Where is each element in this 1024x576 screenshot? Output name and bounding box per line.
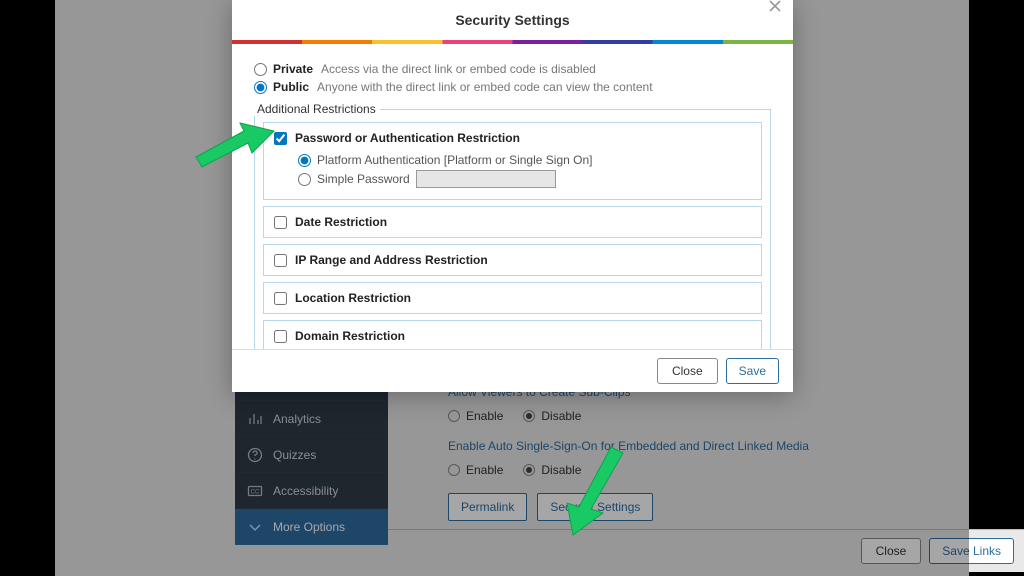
- platform-label: Platform Authentication [Platform or Sin…: [317, 153, 592, 167]
- location-restriction-check[interactable]: Location Restriction: [274, 291, 751, 305]
- subclips-disable[interactable]: Disable: [523, 409, 581, 423]
- domain-restriction-check[interactable]: Domain Restriction: [274, 329, 751, 343]
- domain-restriction-box: Domain Restriction: [263, 320, 762, 352]
- ip-restriction-check[interactable]: IP Range and Address Restriction: [274, 253, 751, 267]
- auth-simple[interactable]: Simple Password: [298, 170, 751, 188]
- sidebar-label: Quizzes: [273, 448, 316, 462]
- opt-label: Disable: [541, 409, 581, 423]
- bars-icon: [247, 411, 263, 427]
- sidebar-label: Accessibility: [273, 484, 338, 498]
- location-restriction-label: Location Restriction: [295, 291, 411, 305]
- bg-footer: Close Save Links: [388, 529, 1024, 572]
- sidebar-item-quizzes[interactable]: Quizzes: [235, 437, 388, 473]
- date-restriction-label: Date Restriction: [295, 215, 387, 229]
- public-label: Public: [273, 80, 309, 94]
- svg-text:CC: CC: [251, 489, 260, 495]
- security-settings-button[interactable]: Security Settings: [537, 493, 653, 521]
- dialog-close-button[interactable]: Close: [657, 358, 718, 384]
- permalink-button[interactable]: Permalink: [448, 493, 527, 521]
- opt-label: Enable: [466, 409, 503, 423]
- simple-label: Simple Password: [317, 172, 410, 186]
- subclips-enable[interactable]: Enable: [448, 409, 503, 423]
- private-desc: Access via the direct link or embed code…: [321, 62, 596, 76]
- opt-label: Disable: [541, 463, 581, 477]
- sso-enable[interactable]: Enable: [448, 463, 503, 477]
- bg-close-button[interactable]: Close: [861, 538, 922, 564]
- privacy-private[interactable]: Private Access via the direct link or em…: [254, 62, 771, 76]
- password-auth-label: Password or Authentication Restriction: [295, 131, 520, 145]
- password-auth-box: Password or Authentication Restriction P…: [263, 122, 762, 200]
- restrictions-legend: Additional Restrictions: [253, 102, 380, 116]
- chevron-down-icon: [247, 519, 263, 535]
- sidebar-item-more-options[interactable]: More Options: [235, 509, 388, 545]
- domain-restriction-label: Domain Restriction: [295, 329, 405, 343]
- password-auth-check[interactable]: Password or Authentication Restriction: [274, 131, 751, 145]
- dialog-title: Security Settings: [455, 12, 569, 28]
- save-links-button[interactable]: Save Links: [929, 538, 1014, 564]
- simple-password-input[interactable]: [416, 170, 556, 188]
- ip-restriction-box: IP Range and Address Restriction: [263, 244, 762, 276]
- sidebar-item-accessibility[interactable]: CC Accessibility: [235, 473, 388, 509]
- public-desc: Anyone with the direct link or embed cod…: [317, 80, 653, 94]
- sso-disable[interactable]: Disable: [523, 463, 581, 477]
- sso-title: Enable Auto Single-Sign-On for Embedded …: [448, 439, 1004, 453]
- private-label: Private: [273, 62, 313, 76]
- security-settings-dialog: Security Settings Private Access via the…: [232, 0, 793, 392]
- location-restriction-box: Location Restriction: [263, 282, 762, 314]
- dialog-footer: Close Save: [232, 349, 793, 392]
- date-restriction-box: Date Restriction: [263, 206, 762, 238]
- opt-label: Enable: [466, 463, 503, 477]
- privacy-public[interactable]: Public Anyone with the direct link or em…: [254, 80, 771, 94]
- auth-platform[interactable]: Platform Authentication [Platform or Sin…: [298, 153, 751, 167]
- close-icon[interactable]: [763, 0, 787, 18]
- additional-restrictions: Additional Restrictions Password or Auth…: [254, 102, 771, 359]
- sidebar-item-analytics[interactable]: Analytics: [235, 401, 388, 437]
- dialog-save-button[interactable]: Save: [726, 358, 779, 384]
- question-icon: [247, 447, 263, 463]
- sidebar-label: More Options: [273, 520, 345, 534]
- sidebar: Comments Analytics Quizzes CC Accessibil…: [235, 365, 388, 545]
- date-restriction-check[interactable]: Date Restriction: [274, 215, 751, 229]
- ip-restriction-label: IP Range and Address Restriction: [295, 253, 488, 267]
- sidebar-label: Analytics: [273, 412, 321, 426]
- cc-icon: CC: [247, 483, 263, 499]
